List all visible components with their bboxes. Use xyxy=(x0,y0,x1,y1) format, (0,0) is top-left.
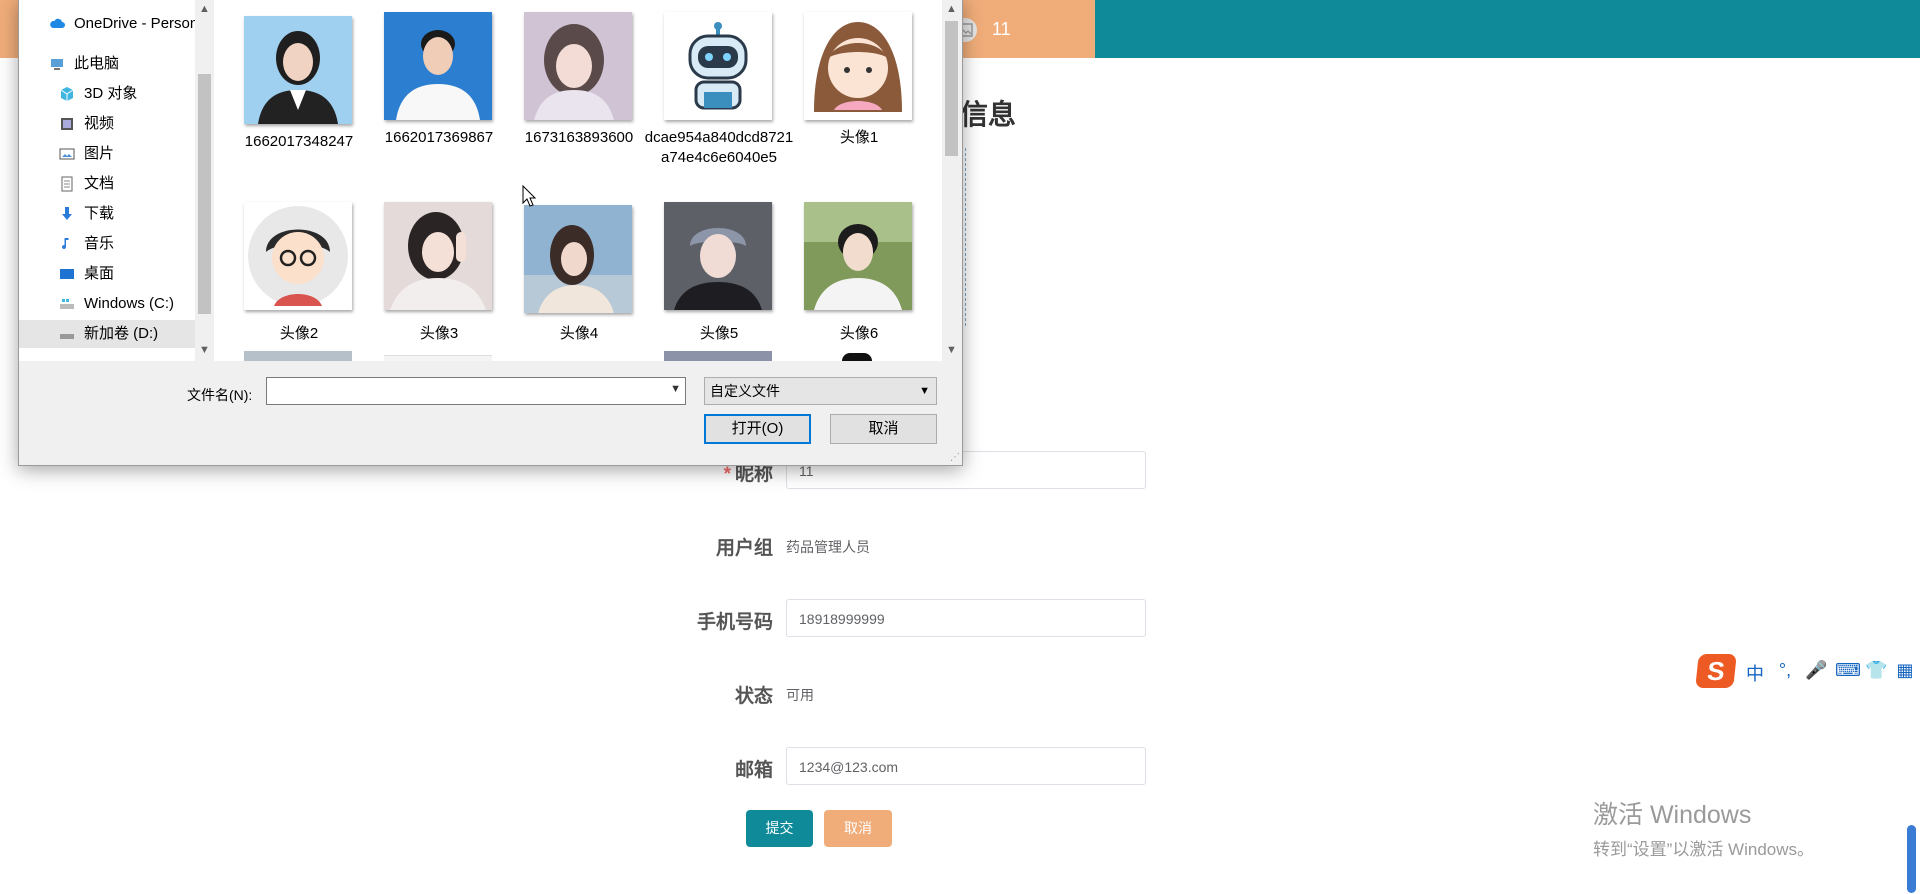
file-name: 头像1 xyxy=(839,129,879,146)
file-name: 头像3 xyxy=(419,325,459,342)
thumbnail-photo-girl-lilac xyxy=(524,12,632,120)
phone-input[interactable]: 18918999999 xyxy=(786,599,1146,637)
ime-punctuation-icon[interactable]: °, xyxy=(1775,660,1795,686)
file-list-pane: 1662017348247 1662017369867 167316389360… xyxy=(214,0,942,361)
status-label: 状态 xyxy=(734,686,773,707)
phone-label: 手机号码 xyxy=(696,612,773,633)
required-mark: * xyxy=(723,464,731,485)
nav-item-drive-c[interactable]: Windows (C:) xyxy=(19,290,195,318)
watermark-line2: 转到“设置”以激活 Windows。 xyxy=(1593,840,1815,859)
watermark-line1: 激活 Windows xyxy=(1593,801,1752,829)
email-label: 邮箱 xyxy=(734,760,773,781)
thumbnail-photo-girl-pose xyxy=(384,202,492,310)
user-group-label: 用户组 xyxy=(715,538,773,559)
thumbnail-photo-woman-blue xyxy=(244,16,352,124)
file-name: 1673163893600 xyxy=(524,129,634,146)
thumbnail-photo-girl-sky xyxy=(524,205,632,313)
robot-icon xyxy=(664,12,772,120)
status-value: 可用 xyxy=(786,687,814,703)
file-name: 头像2 xyxy=(279,325,319,342)
drive-c-icon xyxy=(60,299,74,309)
desktop-icon xyxy=(60,269,74,279)
nav-item-pictures[interactable]: 图片 xyxy=(19,140,195,168)
scroll-up-icon[interactable]: ▲ xyxy=(195,1,214,18)
file-name: 1662017369867 xyxy=(384,129,494,146)
nav-item-downloads[interactable]: 下载 xyxy=(19,200,195,228)
download-icon xyxy=(62,207,72,220)
chevron-down-icon[interactable]: ▼ xyxy=(670,383,681,395)
scroll-up-icon[interactable]: ▲ xyxy=(942,1,961,18)
video-icon xyxy=(61,118,73,130)
nav-item-desktop[interactable]: 桌面 xyxy=(19,260,195,288)
filename-input[interactable]: ▼ xyxy=(266,377,686,405)
submit-button[interactable]: 提交 xyxy=(746,810,813,847)
thumbnail-cartoon-boy-glasses xyxy=(244,202,352,310)
drive-d-icon xyxy=(60,334,74,339)
thumbnail-cartoon-girl xyxy=(804,12,912,120)
music-icon xyxy=(62,238,69,250)
file-thumb-partial[interactable] xyxy=(804,351,912,361)
ime-keyboard-icon[interactable]: ⌨ xyxy=(1835,660,1861,686)
nav-scrollbar[interactable]: ▲ ▼ xyxy=(195,0,214,361)
computer-icon xyxy=(51,59,63,70)
thumbnail-photo-man-blue xyxy=(384,12,492,120)
scroll-down-icon[interactable]: ▼ xyxy=(942,342,961,359)
sogou-logo-icon[interactable]: S xyxy=(1695,654,1737,688)
nav-item-music[interactable]: 音乐 xyxy=(19,230,195,258)
nav-item-onedrive[interactable]: OneDrive - Personal xyxy=(19,10,195,38)
activation-watermark: 激活 Windows 转到“设置”以激活 Windows。 xyxy=(1593,795,1814,860)
file-name: 头像4 xyxy=(559,325,599,342)
nav-scroll-thumb[interactable] xyxy=(198,74,211,314)
page-title: 信息 xyxy=(960,99,1017,130)
nav-item-this-pc[interactable]: 此电脑 xyxy=(19,50,195,78)
file-type-select[interactable]: 自定义文件 ▼ xyxy=(704,377,937,405)
mouse-cursor-icon xyxy=(522,185,536,207)
page-cancel-button[interactable]: 取消 xyxy=(824,810,892,847)
dialog-bottom-area: 文件名(N): ▼ 自定义文件 ▼ 打开(O) 取消 ⋰ xyxy=(19,361,962,465)
nav-item-documents[interactable]: 文档 xyxy=(19,170,195,198)
dialog-cancel-button[interactable]: 取消 xyxy=(830,414,937,444)
filename-label: 文件名(N): xyxy=(187,387,253,403)
file-name: 头像5 xyxy=(699,325,739,342)
cloud-icon xyxy=(50,18,65,28)
page-scrollbar[interactable] xyxy=(1907,825,1916,893)
ime-toolbox-icon[interactable]: ▦ xyxy=(1895,660,1915,686)
user-group-value: 药品管理人员 xyxy=(786,539,870,555)
file-name: dcae954a840dcd8721a74e4c6e6040e5 xyxy=(644,129,794,166)
email-input[interactable]: 1234@123.com xyxy=(786,747,1146,785)
file-name: 1662017348247 xyxy=(244,133,354,150)
chevron-down-icon: ▼ xyxy=(919,385,930,397)
file-thumb-partial[interactable] xyxy=(244,351,352,361)
top-bar-teal-segment xyxy=(1095,0,1920,58)
thumbnail-photo-boy-dark xyxy=(664,202,772,310)
nav-item-videos[interactable]: 视频 xyxy=(19,110,195,138)
ime-microphone-icon[interactable]: 🎤 xyxy=(1805,660,1827,686)
nav-item-drive-d[interactable]: 新加卷 (D:) xyxy=(19,320,195,348)
ime-toolbar[interactable]: S 中 °, 🎤 ⌨ 👕 ▦ xyxy=(1695,652,1920,690)
ime-chinese-mode[interactable]: 中 xyxy=(1745,660,1765,686)
document-icon xyxy=(61,176,73,192)
thumbnail-photo-boy-park xyxy=(804,202,912,310)
resize-grip-icon[interactable]: ⋰ xyxy=(950,452,960,463)
nav-item-3d-objects[interactable]: 3D 对象 xyxy=(19,80,195,108)
scroll-down-icon[interactable]: ▼ xyxy=(195,342,214,359)
ime-skin-icon[interactable]: 👕 xyxy=(1865,660,1887,686)
content-scrollbar[interactable]: ▲ ▼ xyxy=(942,0,961,361)
file-name: 头像6 xyxy=(839,325,879,342)
file-thumb-partial[interactable] xyxy=(664,351,772,361)
open-button[interactable]: 打开(O) xyxy=(704,414,811,444)
cube-icon xyxy=(60,87,74,101)
content-scroll-thumb[interactable] xyxy=(945,21,958,156)
file-open-dialog: OneDrive - Personal 此电脑 3D 对象 视频 图片 文档 下… xyxy=(18,0,963,466)
user-name[interactable]: 11 xyxy=(992,19,1011,40)
navigation-pane: OneDrive - Personal 此电脑 3D 对象 视频 图片 文档 下… xyxy=(19,0,195,361)
picture-icon xyxy=(59,148,75,160)
